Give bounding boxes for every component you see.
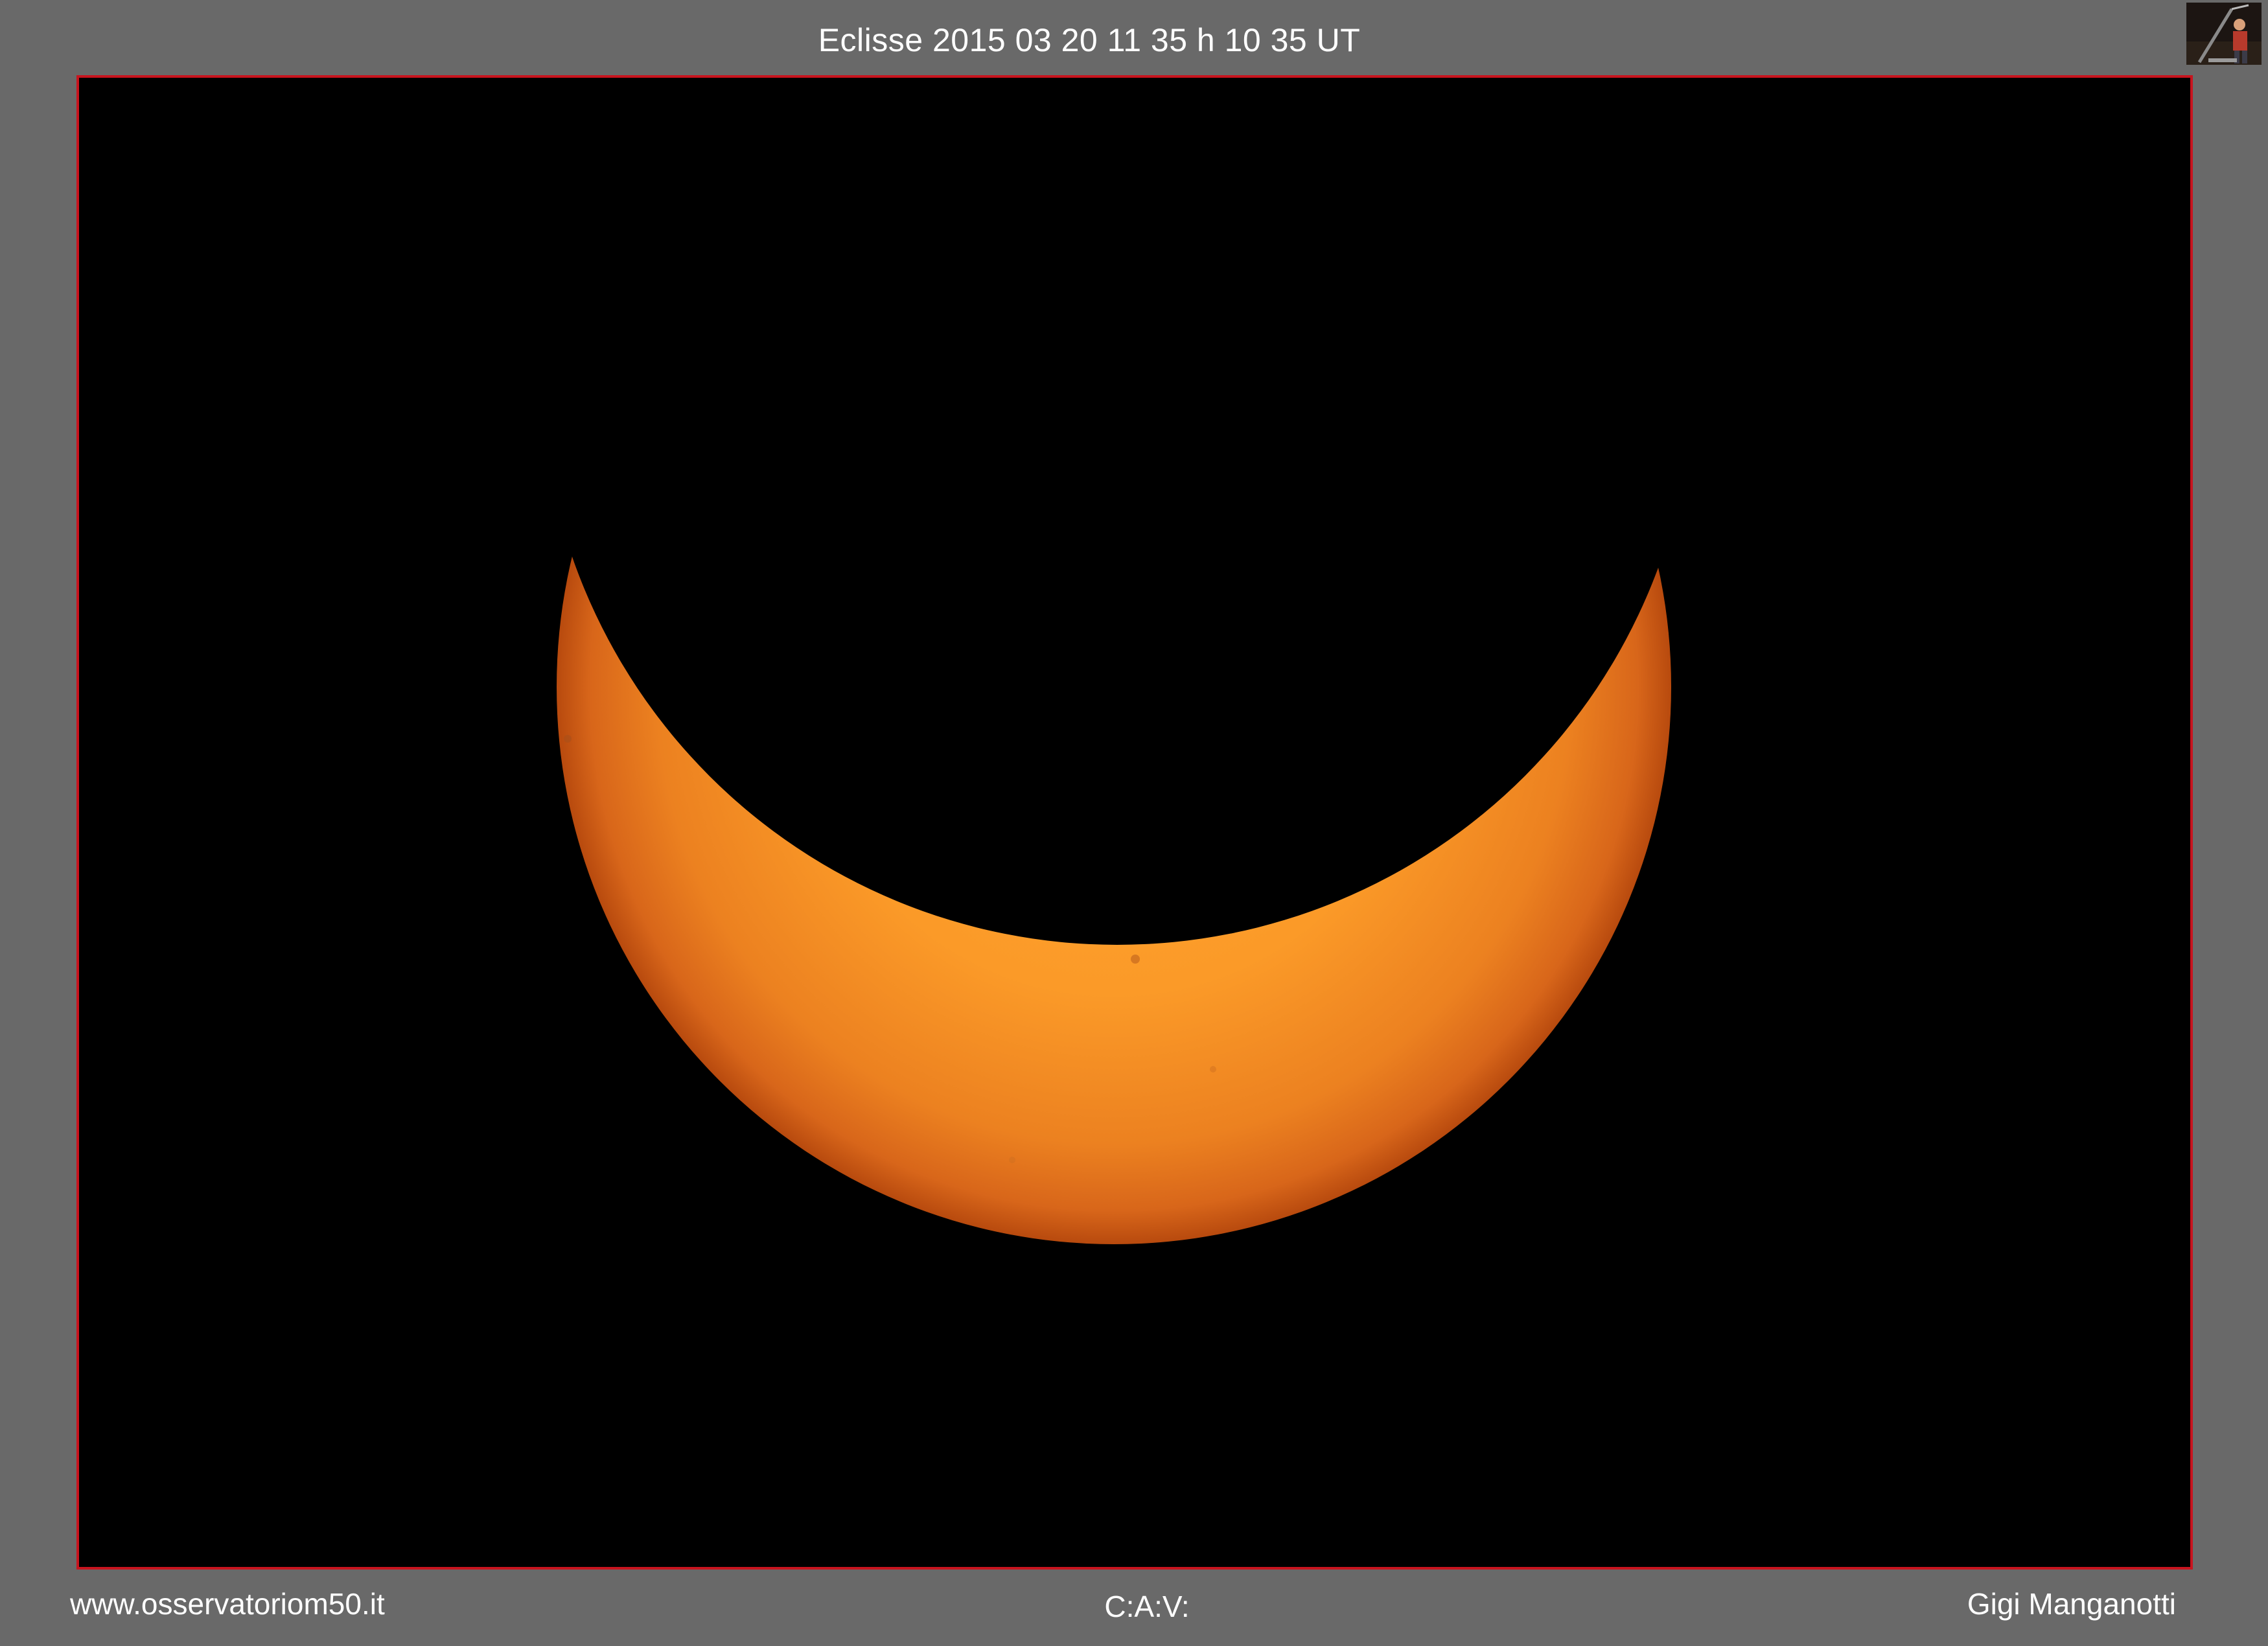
observatory-label: C:A:V: (1104, 1590, 1190, 1623)
author-name: Gigi Manganotti (1967, 1587, 2176, 1621)
photo-page: Eclisse 2015 03 20 11 35 h 10 35 UT www.… (0, 0, 2268, 1646)
sunspot (564, 735, 572, 743)
page-title: Eclisse 2015 03 20 11 35 h 10 35 UT (818, 22, 1361, 58)
observer-thumbnail-graphic (2186, 3, 2262, 65)
sunspot (1131, 955, 1140, 964)
observer-photo-icon (2186, 3, 2262, 65)
sunspot (1009, 1157, 1015, 1163)
sunspot (1210, 1066, 1216, 1072)
eclipse-photo (79, 78, 2190, 1567)
sun-crescent (557, 130, 1671, 1244)
eclipse-photo-frame (76, 75, 2193, 1570)
